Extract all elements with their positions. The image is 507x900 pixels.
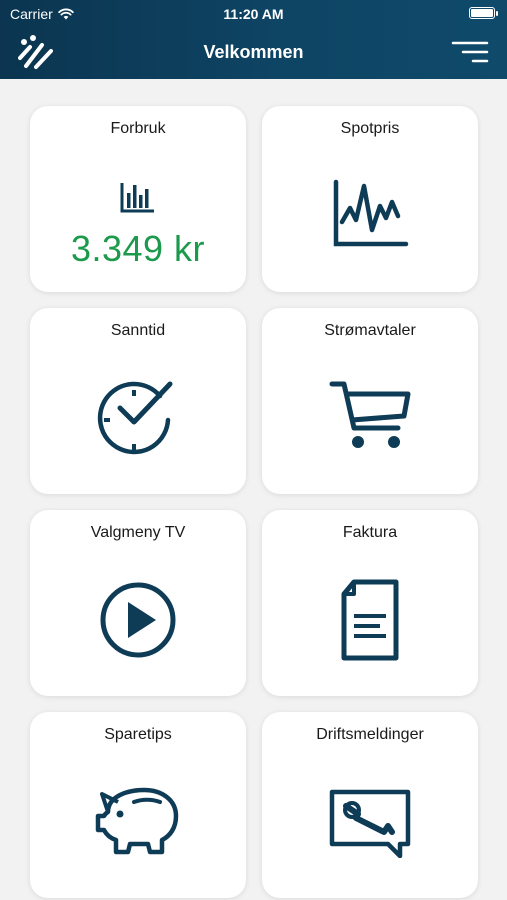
tile-label: Forbruk — [110, 120, 166, 137]
piggy-bank-icon — [95, 787, 179, 855]
app-header: Carrier 11:20 AM Velkommen — [0, 0, 507, 79]
document-icon — [341, 579, 399, 661]
navigation-bar: Velkommen — [0, 28, 507, 79]
tile-driftsmeldinger[interactable]: Driftsmeldinger — [262, 712, 478, 898]
battery-icon — [469, 7, 498, 19]
tile-label: Driftsmeldinger — [316, 726, 424, 743]
tile-label: Sanntid — [110, 322, 166, 339]
tile-faktura[interactable]: Faktura — [262, 510, 478, 696]
play-icon — [100, 582, 176, 658]
consumption-cost: 3.349 kr — [70, 228, 206, 269]
tile-label: Spotpris — [340, 120, 400, 137]
bar-chart-icon — [120, 183, 154, 213]
status-bar: Carrier 11:20 AM — [0, 0, 507, 28]
tile-label: Strømavtaler — [324, 322, 416, 339]
tile-label: Valgmeny TV — [90, 524, 186, 541]
tile-stromavtaler[interactable]: Strømavtaler — [262, 308, 478, 494]
tile-spotpris[interactable]: Spotpris — [262, 106, 478, 292]
page-title: Velkommen — [203, 42, 304, 62]
tile-forbruk[interactable]: Forbruk 3.349 kr — [30, 106, 246, 292]
status-time: 11:20 AM — [223, 6, 284, 22]
wrench-message-icon — [329, 789, 411, 858]
line-chart-icon — [333, 179, 409, 247]
tile-label: Sparetips — [104, 726, 172, 743]
clock-check-icon — [97, 381, 173, 455]
menu-icon[interactable] — [451, 40, 489, 64]
shopping-cart-icon — [329, 381, 411, 448]
tile-sparetips[interactable]: Sparetips — [30, 712, 246, 898]
tile-valgmeny-tv[interactable]: Valgmeny TV — [30, 510, 246, 696]
tile-sanntid[interactable]: Sanntid — [30, 308, 246, 494]
tile-label: Faktura — [342, 524, 398, 541]
